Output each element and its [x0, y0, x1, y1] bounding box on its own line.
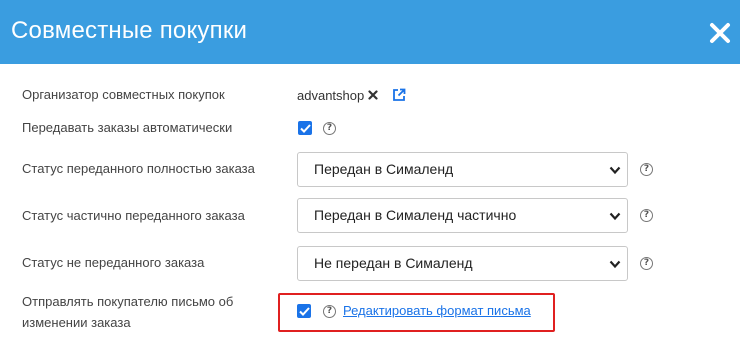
dialog-title: Совместные покупки [11, 17, 248, 44]
notify-buyer-label-line1: Отправлять покупателю письмо об [22, 294, 234, 309]
remove-x-icon[interactable] [368, 90, 378, 100]
question-circle-icon[interactable]: ? [640, 163, 653, 176]
status-not-select[interactable]: Не передан в Сималенд [297, 246, 628, 281]
status-not-label: Статус не переданного заказа [22, 255, 205, 270]
question-circle-icon[interactable]: ? [323, 122, 336, 135]
question-circle-icon[interactable]: ? [640, 209, 653, 222]
dialog-header: Совместные покупки [0, 0, 740, 64]
auto-transfer-checkbox[interactable] [298, 121, 312, 135]
close-icon[interactable] [709, 22, 731, 44]
organizer-value: advantshop [297, 84, 406, 106]
checkmark-icon [298, 306, 310, 316]
notify-buyer-label-line2: изменении заказа [22, 315, 131, 330]
status-partial-label: Статус частично переданного заказа [22, 208, 245, 223]
chevron-down-icon [609, 212, 621, 221]
status-full-select[interactable]: Передан в Сималенд [297, 152, 628, 187]
status-not-value: Не передан в Сималенд [314, 255, 473, 271]
status-partial-value: Передан в Сималенд частично [314, 207, 517, 223]
chevron-down-icon [609, 260, 621, 269]
organizer-label: Организатор совместных покупок [22, 87, 225, 102]
auto-transfer-label: Передавать заказы автоматически [22, 120, 233, 135]
organizer-name: advantshop [297, 87, 365, 103]
status-full-value: Передан в Сималенд [314, 161, 454, 177]
notify-buyer-checkbox[interactable] [297, 304, 311, 318]
question-circle-icon[interactable]: ? [323, 305, 336, 318]
status-full-label: Статус переданного полностью заказа [22, 161, 255, 176]
question-circle-icon[interactable]: ? [640, 257, 653, 270]
chevron-down-icon [609, 166, 621, 175]
status-partial-select[interactable]: Передан в Сималенд частично [297, 198, 628, 233]
external-link-icon[interactable] [392, 88, 406, 102]
edit-email-format-link[interactable]: Редактировать формат письма [343, 302, 531, 320]
checkmark-icon [299, 123, 311, 133]
